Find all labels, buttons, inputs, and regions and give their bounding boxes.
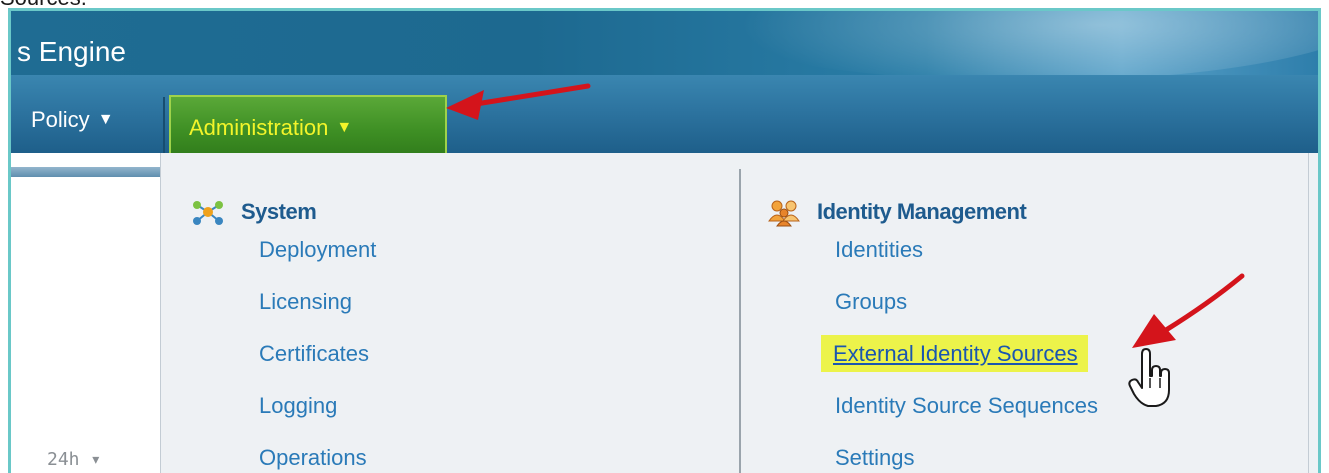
menu-item-operations[interactable]: Operations (191, 432, 376, 473)
time-range-value: 24h (47, 449, 80, 470)
menu-column-divider (739, 169, 741, 473)
nav-policy-menu[interactable]: Policy ▼ (11, 101, 163, 139)
menu-item-identities[interactable]: Identities (767, 224, 1098, 276)
menu-item-identity-source-sequences[interactable]: Identity Source Sequences (767, 380, 1098, 432)
menu-item-external-identity-sources[interactable]: External Identity Sources (767, 328, 1098, 380)
users-group-icon (768, 200, 800, 227)
menu-item-deployment[interactable]: Deployment (191, 224, 376, 276)
menu-item-groups[interactable]: Groups (767, 276, 1098, 328)
main-nav: Policy ▼ Administration ▼ (11, 75, 1318, 161)
identity-management-heading: Identity Management (817, 199, 1027, 224)
chevron-down-icon: ▾ (90, 449, 102, 470)
title-bar: s Engine (11, 11, 1318, 75)
app-title: s Engine (17, 36, 126, 67)
network-nodes-icon (193, 201, 223, 225)
header-swoosh-decoration (678, 11, 1318, 75)
nav-separator (163, 97, 165, 153)
chevron-down-icon: ▼ (97, 111, 114, 128)
panel-header-stripe (11, 167, 160, 177)
background-dashboard-panel: 24h ▾ (11, 153, 161, 473)
time-range-selector[interactable]: 24h ▾ (47, 449, 101, 470)
nav-policy-label: Policy (31, 107, 90, 132)
external-identity-sources-label: External Identity Sources (821, 335, 1088, 372)
menu-item-logging[interactable]: Logging (191, 380, 376, 432)
menu-item-licensing[interactable]: Licensing (191, 276, 376, 328)
system-heading: System (241, 199, 317, 224)
app-window: s Engine Policy ▼ Administration ▼ 24h ▾ (8, 8, 1321, 473)
nav-administration-label: Administration (189, 115, 329, 140)
menu-column-identity-management: Identity Management Identities Groups Ex… (767, 195, 1098, 473)
menu-column-system: System Deployment Licensing Certificates… (191, 195, 376, 473)
menu-item-certificates[interactable]: Certificates (191, 328, 376, 380)
nav-administration-menu[interactable]: Administration ▼ (169, 95, 447, 161)
menu-item-settings[interactable]: Settings (767, 432, 1098, 473)
administration-dropdown-menu: System Deployment Licensing Certificates… (161, 153, 1309, 473)
chevron-down-icon: ▼ (336, 119, 353, 136)
